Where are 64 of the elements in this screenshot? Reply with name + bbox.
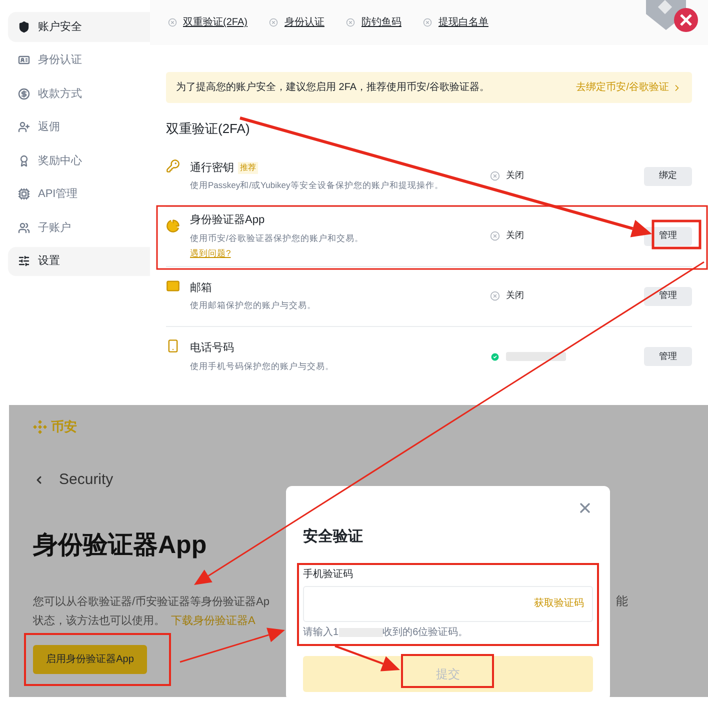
logo-icon — [33, 420, 47, 434]
method-name: 邮箱 — [190, 280, 212, 296]
dialog-title: 安全验证 — [303, 527, 364, 547]
menu-icon — [18, 154, 30, 167]
method-button[interactable]: 管理 — [644, 226, 692, 246]
sidebar-item[interactable]: 身份认证 — [8, 46, 150, 75]
annotation-arrow — [334, 645, 400, 672]
close-icon[interactable] — [577, 500, 593, 516]
menu-icon — [18, 88, 30, 100]
status-icon — [269, 18, 278, 27]
page-title: 身份验证器App — [33, 530, 207, 561]
sidebar-item[interactable]: 奖励中心 — [8, 146, 150, 176]
method-icon — [166, 158, 180, 172]
help-link[interactable]: 遇到问题? — [190, 247, 231, 260]
sidebar-item[interactable]: 设置 — [8, 246, 150, 276]
sidebar-item[interactable]: 返佣 — [8, 112, 150, 142]
get-code-link[interactable]: 获取验证码 — [534, 596, 584, 611]
field-label: 手机验证码 — [303, 568, 354, 582]
enable-button[interactable]: 启用身份验证器App — [33, 644, 147, 674]
menu-icon — [18, 121, 30, 134]
section-title: 双重验证(2FA) — [166, 120, 251, 138]
method-name: 通行密钥 — [190, 160, 234, 176]
method-button[interactable]: 管理 — [644, 286, 692, 306]
blurred-number — [506, 352, 566, 361]
status-text: 关闭 — [506, 289, 524, 302]
status-icon — [423, 18, 432, 27]
banner-text: 为了提高您的账户安全，建议您启用 2FA，推荐使用币安/谷歌验证器。 — [176, 80, 490, 95]
quick-link[interactable]: 防钓鱼码 — [361, 15, 402, 30]
sidebar-item[interactable]: API管理 — [8, 180, 150, 209]
method-description: 使用Passkey和/或Yubikey等安全设备保护您的账户和提现操作。 — [190, 179, 444, 192]
sidebar-item[interactable]: 账户安全 — [8, 12, 150, 42]
method-description: 使用币安/谷歌验证器保护您的账户和交易。 — [190, 232, 364, 244]
method-icon — [166, 338, 180, 352]
menu-icon — [18, 188, 30, 200]
description-text: 能 — [616, 593, 628, 610]
quick-link[interactable]: 身份认证 — [284, 15, 324, 30]
status-icon — [346, 18, 356, 27]
method-button[interactable]: 绑定 — [644, 166, 692, 186]
quick-link[interactable]: 提现白名单 — [438, 15, 488, 30]
method-name: 电话号码 — [190, 341, 234, 356]
menu-icon — [18, 255, 30, 268]
method-icon — [166, 218, 180, 232]
menu-icon — [18, 222, 30, 234]
code-input[interactable]: 获取验证码 — [303, 586, 593, 622]
status-text: 关闭 — [506, 229, 524, 242]
status-icon — [168, 18, 177, 27]
status-text: 关闭 — [506, 169, 524, 182]
quick-link[interactable]: 双重验证(2FA) — [183, 15, 248, 30]
recommend-badge: 推荐 — [238, 162, 258, 174]
method-name: 身份验证器App — [190, 213, 265, 228]
back-label[interactable]: Security — [59, 468, 114, 491]
menu-icon — [18, 20, 30, 33]
method-icon — [166, 278, 180, 292]
method-description: 使用邮箱保护您的账户与交易。 — [190, 299, 317, 312]
sidebar-item[interactable]: 子账户 — [8, 213, 150, 242]
sidebar-item[interactable]: 收款方式 — [8, 79, 150, 108]
hint-text: 请输入1 — [303, 626, 339, 640]
description-text: 状态，该方法也可以使用。 — [33, 614, 165, 628]
menu-icon — [18, 54, 30, 66]
description-text: 您可以从谷歌验证器/币安验证器等身份验证器Ap — [33, 594, 270, 610]
method-description: 使用手机号码保护您的账户与交易。 — [190, 360, 335, 373]
method-button[interactable]: 管理 — [644, 347, 692, 366]
logo-text: 币安 — [51, 418, 77, 436]
hint-text: 收到的6位验证码。 — [382, 626, 468, 640]
